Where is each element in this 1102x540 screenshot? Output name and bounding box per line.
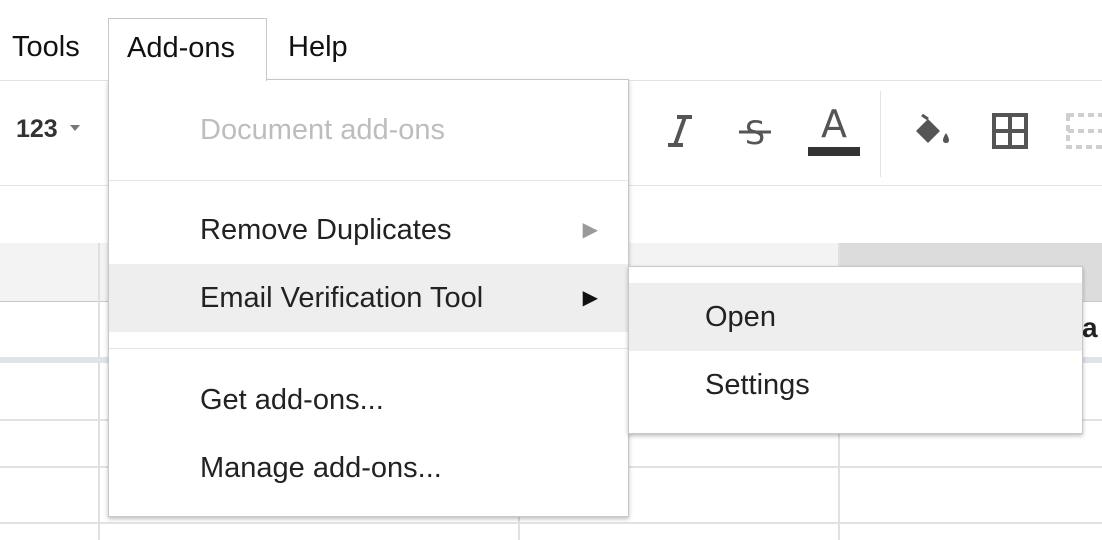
- menu-addons[interactable]: Add-ons: [108, 18, 267, 81]
- grid-line: [98, 243, 100, 540]
- menu-bar: Tools Add-ons Help: [0, 0, 1102, 81]
- cell-text: a: [1082, 312, 1098, 343]
- chevron-down-icon[interactable]: [70, 125, 80, 131]
- menu-separator: [109, 348, 628, 349]
- strikethrough-icon[interactable]: S: [727, 103, 783, 159]
- menu-item-manage-addons[interactable]: Manage add-ons...: [109, 434, 628, 502]
- borders-icon[interactable]: [982, 103, 1038, 159]
- italic-icon[interactable]: [652, 103, 708, 159]
- email-verification-submenu: Open Settings: [628, 266, 1083, 434]
- menu-help[interactable]: Help: [270, 18, 366, 80]
- document-addons-header: Document add-ons: [200, 114, 446, 146]
- menu-item-label: Email Verification Tool: [200, 282, 484, 314]
- number-format-button[interactable]: 123: [16, 115, 58, 144]
- merge-cells-icon[interactable]: [1058, 103, 1102, 159]
- submenu-arrow-icon: ▶: [582, 287, 598, 309]
- submenu-arrow-icon: ▶: [582, 219, 598, 241]
- text-color-icon[interactable]: A: [806, 103, 862, 159]
- menu-separator: [109, 180, 628, 181]
- submenu-item-open[interactable]: Open: [629, 283, 1082, 351]
- grid-line: [0, 522, 1102, 524]
- addons-dropdown-menu: Document add-ons Remove Duplicates ▶ Ema…: [108, 79, 629, 517]
- menu-tools[interactable]: Tools: [0, 18, 98, 80]
- submenu-item-settings[interactable]: Settings: [629, 351, 1082, 419]
- toolbar-separator: [880, 91, 881, 177]
- menu-item-email-verification-tool[interactable]: Email Verification Tool ▶: [109, 264, 628, 332]
- menu-item-remove-duplicates[interactable]: Remove Duplicates ▶: [109, 196, 628, 264]
- fill-color-icon[interactable]: [902, 103, 958, 159]
- menu-item-get-addons[interactable]: Get add-ons...: [109, 366, 628, 434]
- menu-item-label: Remove Duplicates: [200, 214, 452, 246]
- svg-text:A: A: [821, 103, 847, 146]
